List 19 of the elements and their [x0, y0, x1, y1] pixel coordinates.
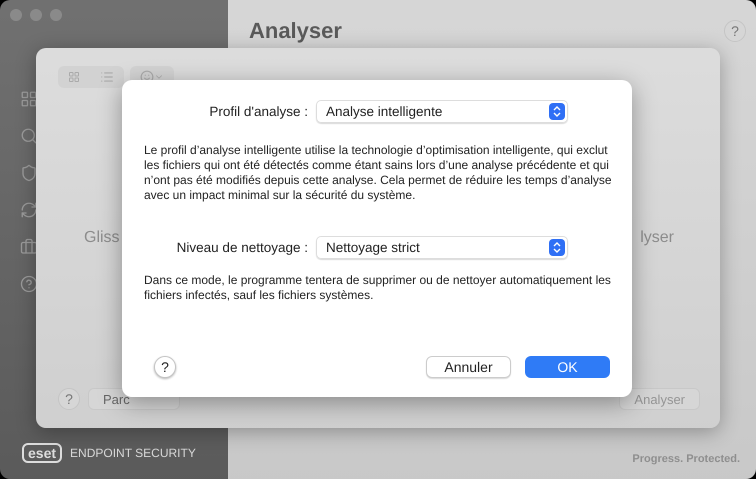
- ok-button[interactable]: OK: [525, 356, 610, 378]
- cancel-button[interactable]: Annuler: [426, 356, 511, 378]
- help-button[interactable]: ?: [58, 388, 80, 410]
- description: Le profil d’analyse intelligente utilise la technologie d’optimisation intelligente, qui exclut les fichiers qui ont été détectés comme étant sains lors d’une analyse précédente et qui n’ont pas été modifiés depuis cette analyse. Cela permet de réduire les temps d’analyse avec un impact minimal sur la sécurité du système.: [144, 143, 613, 203]
- drop-hint: lyser: [640, 229, 674, 247]
- tagline: Progress. Protected.: [632, 453, 740, 465]
- field-label: Niveau de nettoyage :: [176, 240, 308, 255]
- brand-name: ENDPOINT SECURITY: [70, 446, 196, 460]
- select-field[interactable]: Analyse intelligente: [316, 100, 568, 123]
- stepper-icon: [549, 239, 565, 256]
- stepper-icon: [549, 103, 565, 120]
- drop-hint: Gliss: [84, 229, 120, 247]
- select-field[interactable]: Nettoyage strict: [316, 236, 568, 259]
- help-button[interactable]: ?: [154, 356, 176, 378]
- field-label: Profil d'analyse :: [208, 104, 308, 119]
- help-button[interactable]: ?: [724, 20, 746, 42]
- description: Dans ce mode, le programme tentera de supprimer ou de nettoyer automatiquement les fichiers infectés, sauf les fichiers systèmes.: [144, 273, 612, 303]
- page-title: Analyser: [249, 18, 342, 44]
- brand-logo: eset: [22, 443, 62, 463]
